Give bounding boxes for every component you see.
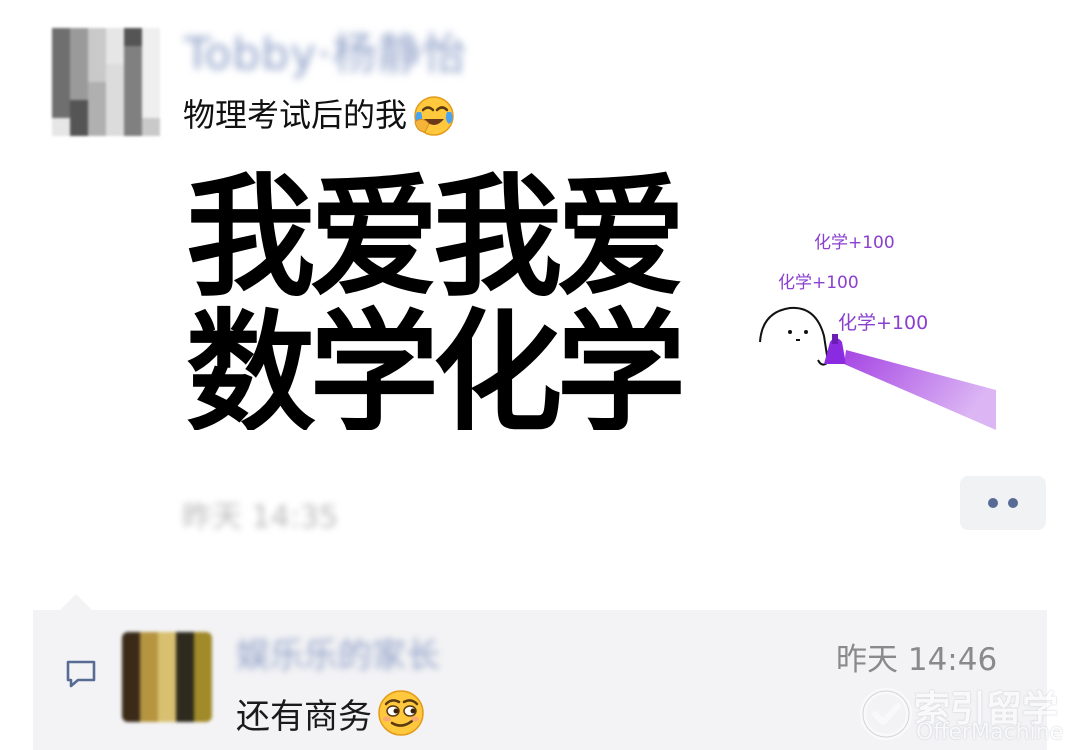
- mosaic-cell: [122, 650, 140, 668]
- meme-text-line2: 数学化学: [186, 297, 686, 430]
- smirking-face-icon: [378, 690, 424, 736]
- mosaic-cell: [52, 82, 70, 100]
- mosaic-cell: [142, 46, 160, 64]
- mosaic-cell: [140, 632, 158, 650]
- mosaic-cell: [70, 46, 88, 64]
- mosaic-cell: [106, 100, 124, 118]
- mosaic-cell: [52, 118, 70, 136]
- more-dots-icon: [988, 498, 998, 508]
- mosaic-cell: [106, 118, 124, 136]
- watermark: 索引留学 OfferMachine: [858, 680, 1063, 750]
- mosaic-cell: [122, 704, 140, 722]
- mosaic-cell: [70, 28, 88, 46]
- mosaic-cell: [142, 82, 160, 100]
- meme-image[interactable]: 我爱我爱 数学化学 化学+100 化学+100 化学+100: [186, 168, 996, 430]
- mosaic-cell: [140, 686, 158, 704]
- mosaic-cell: [142, 64, 160, 82]
- mosaic-cell: [70, 100, 88, 118]
- author-avatar[interactable]: [52, 28, 160, 136]
- author-name[interactable]: Tobby·杨静怡: [184, 18, 467, 82]
- mosaic-cell: [142, 100, 160, 118]
- mosaic-cell: [158, 686, 176, 704]
- mosaic-cell: [88, 100, 106, 118]
- mosaic-cell: [158, 668, 176, 686]
- checkmark-logo-icon: [860, 688, 912, 740]
- more-options-button[interactable]: [960, 476, 1046, 530]
- mosaic-cell: [194, 668, 212, 686]
- face-with-tears-of-joy-icon: [414, 96, 454, 136]
- mosaic-cell: [158, 632, 176, 650]
- mosaic-cell: [140, 668, 158, 686]
- mosaic-cell: [70, 64, 88, 82]
- mosaic-cell: [122, 668, 140, 686]
- mosaic-cell: [158, 650, 176, 668]
- ghost-spray-drawing: [759, 306, 996, 430]
- mosaic-cell: [194, 632, 212, 650]
- comment-time: 昨天 14:46: [836, 642, 998, 678]
- mosaic-cell: [124, 100, 142, 118]
- post-text: 物理考试后的我: [183, 92, 457, 138]
- mosaic-cell: [70, 118, 88, 136]
- comment-icon: [66, 660, 96, 688]
- more-dots-icon: [1008, 498, 1018, 508]
- mosaic-cell: [124, 82, 142, 100]
- mosaic-cell: [158, 704, 176, 722]
- mosaic-cell: [52, 100, 70, 118]
- mosaic-cell: [88, 46, 106, 64]
- mosaic-cell: [106, 82, 124, 100]
- mosaic-cell: [176, 668, 194, 686]
- mosaic-cell: [70, 82, 88, 100]
- mosaic-cell: [140, 704, 158, 722]
- mosaic-cell: [124, 46, 142, 64]
- comment-text[interactable]: 还有商务: [236, 688, 426, 738]
- comments-pointer: [60, 594, 92, 610]
- mosaic-cell: [88, 82, 106, 100]
- mosaic-cell: [106, 64, 124, 82]
- mosaic-cell: [88, 118, 106, 136]
- post-text-content: 物理考试后的我: [183, 96, 408, 134]
- mosaic-cell: [52, 28, 70, 46]
- mosaic-cell: [140, 650, 158, 668]
- mosaic-cell: [194, 704, 212, 722]
- mosaic-cell: [124, 28, 142, 46]
- mosaic-cell: [106, 46, 124, 64]
- watermark-en: OfferMachine: [916, 720, 1064, 745]
- mosaic-cell: [106, 28, 124, 46]
- mosaic-cell: [176, 704, 194, 722]
- mosaic-cell: [176, 686, 194, 704]
- commenter-avatar[interactable]: [122, 632, 212, 722]
- mosaic-cell: [52, 64, 70, 82]
- mosaic-cell: [88, 28, 106, 46]
- mosaic-cell: [52, 46, 70, 64]
- mosaic-cell: [88, 64, 106, 82]
- commenter-name[interactable]: 娱乐乐的家长: [236, 628, 440, 677]
- mosaic-cell: [124, 118, 142, 136]
- mosaic-cell: [124, 64, 142, 82]
- comment-text-content: 还有商务: [236, 696, 372, 737]
- mosaic-cell: [142, 118, 160, 136]
- mosaic-cell: [142, 28, 160, 46]
- post-time: 昨天 14:35: [182, 500, 338, 535]
- mosaic-cell: [122, 686, 140, 704]
- meme-tag: 化学+100: [814, 233, 895, 253]
- mosaic-cell: [122, 632, 140, 650]
- meme-text-line1: 我爱我爱: [186, 168, 686, 315]
- mosaic-cell: [176, 632, 194, 650]
- mosaic-cell: [176, 650, 194, 668]
- mosaic-cell: [194, 686, 212, 704]
- mosaic-cell: [194, 650, 212, 668]
